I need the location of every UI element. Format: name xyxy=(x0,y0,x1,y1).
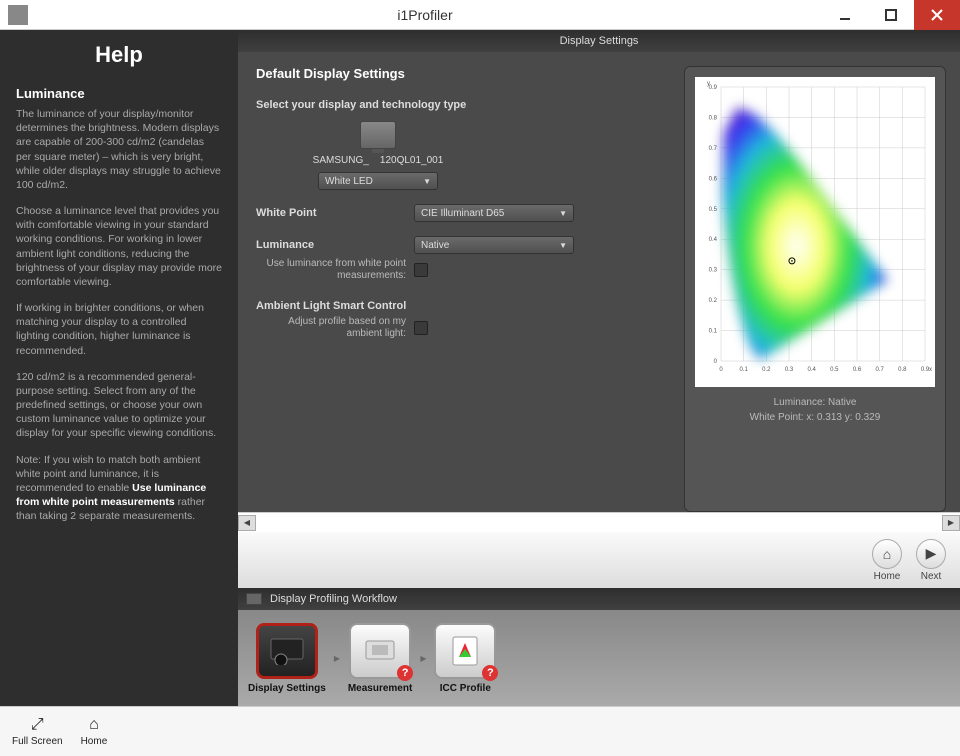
dropdown-value: White LED xyxy=(325,176,415,187)
workflow-body: Display Settings ▸? Measurement ▸? ICC Profi… xyxy=(238,610,960,706)
svg-text:0: 0 xyxy=(719,367,723,373)
help-para: Note: If you wish to match both ambient … xyxy=(16,453,222,524)
luminance-from-wp-label: Use luminance from white point measureme… xyxy=(256,258,414,282)
main-panel: Default Display Settings Select your dis… xyxy=(238,52,960,512)
play-icon: ▶ xyxy=(916,539,946,569)
workflow-header: Display Profiling Workflow xyxy=(238,588,960,610)
svg-text:0.4: 0.4 xyxy=(709,237,718,243)
workflow-step-display-settings[interactable]: Display Settings xyxy=(248,623,326,694)
workflow-tile[interactable] xyxy=(256,623,318,679)
nav-home-button[interactable]: ⌂ Home xyxy=(872,539,902,582)
workflow-step-icc-profile[interactable]: ? ICC Profile xyxy=(434,623,496,694)
chevron-right-icon: ▸ xyxy=(420,651,426,665)
help-para: If working in brighter conditions, or wh… xyxy=(16,301,222,358)
svg-text:0.7: 0.7 xyxy=(875,367,884,373)
header-strip: Display Settings xyxy=(238,30,960,52)
svg-text:y: y xyxy=(707,81,710,87)
monitor-icon[interactable] xyxy=(360,121,396,149)
home-button[interactable]: ⌂ Home xyxy=(81,716,108,747)
ambient-label: Ambient Light Smart Control xyxy=(256,300,406,312)
chart-luminance-line: Luminance: Native xyxy=(695,397,935,408)
help-para: Choose a luminance level that provides y… xyxy=(16,204,222,289)
horizontal-scrollbar[interactable]: ◀ ▶ xyxy=(238,512,960,532)
luminance-dropdown[interactable]: Native ▼ xyxy=(414,236,574,254)
svg-text:x: x xyxy=(929,367,932,373)
device-name: SAMSUNG_ 120QL01_001 xyxy=(298,155,458,166)
bottom-toolbar: ⤢ Full Screen ⌂ Home xyxy=(0,706,960,756)
help-badge-icon: ? xyxy=(482,665,498,681)
fullscreen-icon: ⤢ xyxy=(31,716,44,734)
help-panel: Help Luminance The luminance of your dis… xyxy=(0,30,238,706)
workflow-step-label: Measurement xyxy=(348,683,412,694)
svg-text:0.2: 0.2 xyxy=(709,298,718,304)
luminance-from-wp-checkbox[interactable] xyxy=(414,263,428,277)
minimize-button[interactable] xyxy=(822,0,868,30)
workflow-tile[interactable]: ? xyxy=(349,623,411,679)
page-title: Default Display Settings xyxy=(256,66,666,81)
workflow-step-label: Display Settings xyxy=(248,683,326,694)
chevron-down-icon: ▼ xyxy=(423,177,431,186)
home-icon: ⌂ xyxy=(89,716,99,734)
workflow-tile[interactable]: ? xyxy=(434,623,496,679)
dropdown-value: CIE Illuminant D65 xyxy=(421,208,551,219)
chart-whitepoint-line: White Point: x: 0.313 y: 0.329 xyxy=(695,412,935,423)
scroll-left-button[interactable]: ◀ xyxy=(238,515,256,531)
ambient-adjust-checkbox[interactable] xyxy=(414,321,428,335)
fullscreen-button[interactable]: ⤢ Full Screen xyxy=(12,716,63,747)
svg-text:0.9: 0.9 xyxy=(709,85,718,91)
home-icon: ⌂ xyxy=(872,539,902,569)
white-point-label: White Point xyxy=(256,207,414,219)
svg-text:0.7: 0.7 xyxy=(709,146,718,152)
chromaticity-panel: 0 0.1 0.2 0.3 0.4 0.5 0.6 0.7 0.8 0.9 0 0.1 0.2 0.3 0.… xyxy=(684,66,946,512)
svg-text:0.2: 0.2 xyxy=(762,367,771,373)
svg-text:0.3: 0.3 xyxy=(709,268,718,274)
svg-text:0.8: 0.8 xyxy=(898,367,907,373)
svg-text:0: 0 xyxy=(714,359,718,365)
nav-next-button[interactable]: ▶ Next xyxy=(916,539,946,582)
workflow-step-measurement[interactable]: ? Measurement xyxy=(348,623,412,694)
scroll-right-button[interactable]: ▶ xyxy=(942,515,960,531)
help-section-heading: Luminance xyxy=(16,86,222,101)
svg-text:0.5: 0.5 xyxy=(830,367,839,373)
white-point-dropdown[interactable]: CIE Illuminant D65 ▼ xyxy=(414,204,574,222)
monitor-icon xyxy=(246,593,262,605)
luminance-label: Luminance xyxy=(256,239,414,251)
settings-column: Default Display Settings Select your dis… xyxy=(238,52,684,512)
svg-text:0.8: 0.8 xyxy=(709,115,718,121)
window-title: i1Profiler xyxy=(28,7,822,23)
svg-text:0.1: 0.1 xyxy=(739,367,748,373)
ambient-adjust-label: Adjust profile based on my ambient light… xyxy=(256,316,414,340)
dropdown-value: Native xyxy=(421,240,551,251)
maximize-button[interactable] xyxy=(868,0,914,30)
help-para: The luminance of your display/monitor de… xyxy=(16,107,222,192)
close-button[interactable] xyxy=(914,0,960,30)
svg-text:0.1: 0.1 xyxy=(709,329,718,335)
backlight-dropdown[interactable]: White LED ▼ xyxy=(318,172,438,190)
svg-text:0.4: 0.4 xyxy=(807,367,816,373)
device-block: SAMSUNG_ 120QL01_001 White LED ▼ xyxy=(298,121,458,190)
svg-text:0.6: 0.6 xyxy=(853,367,862,373)
help-badge-icon: ? xyxy=(397,665,413,681)
svg-text:0.6: 0.6 xyxy=(709,176,718,182)
chromaticity-chart: 0 0.1 0.2 0.3 0.4 0.5 0.6 0.7 0.8 0.9 0 0.1 0.2 0.3 0.… xyxy=(695,77,935,387)
select-display-label: Select your display and technology type xyxy=(256,99,666,111)
app-icon xyxy=(8,5,28,25)
help-title: Help xyxy=(16,42,222,68)
chevron-down-icon: ▼ xyxy=(559,209,567,218)
chevron-down-icon: ▼ xyxy=(559,241,567,250)
workflow-step-label: ICC Profile xyxy=(440,683,491,694)
chevron-right-icon: ▸ xyxy=(334,651,340,665)
svg-text:0.5: 0.5 xyxy=(709,207,718,213)
svg-text:0.3: 0.3 xyxy=(785,367,794,373)
help-para: 120 cd/m2 is a recommended general-purpo… xyxy=(16,370,222,441)
titlebar: i1Profiler xyxy=(0,0,960,30)
nav-row: ⌂ Home ▶ Next xyxy=(238,532,960,588)
workflow-title: Display Profiling Workflow xyxy=(270,593,397,605)
